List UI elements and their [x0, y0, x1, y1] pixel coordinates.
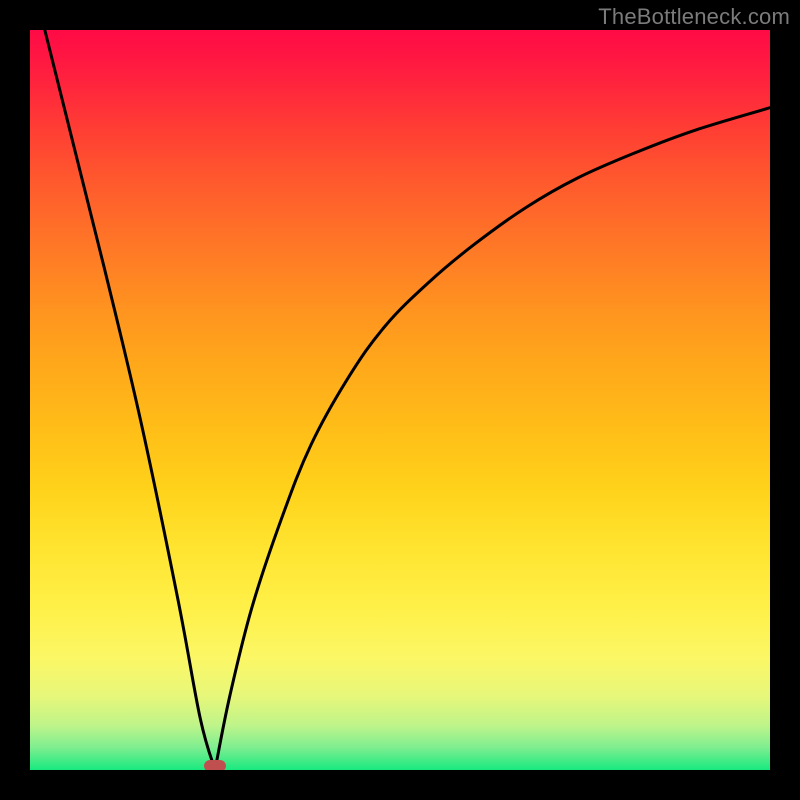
watermark-text: TheBottleneck.com [598, 4, 790, 30]
chart-frame: TheBottleneck.com [0, 0, 800, 800]
curve-layer [30, 30, 770, 770]
minimum-marker [204, 760, 226, 770]
right-branch-path [215, 108, 770, 770]
plot-area [30, 30, 770, 770]
left-branch-path [45, 30, 215, 770]
